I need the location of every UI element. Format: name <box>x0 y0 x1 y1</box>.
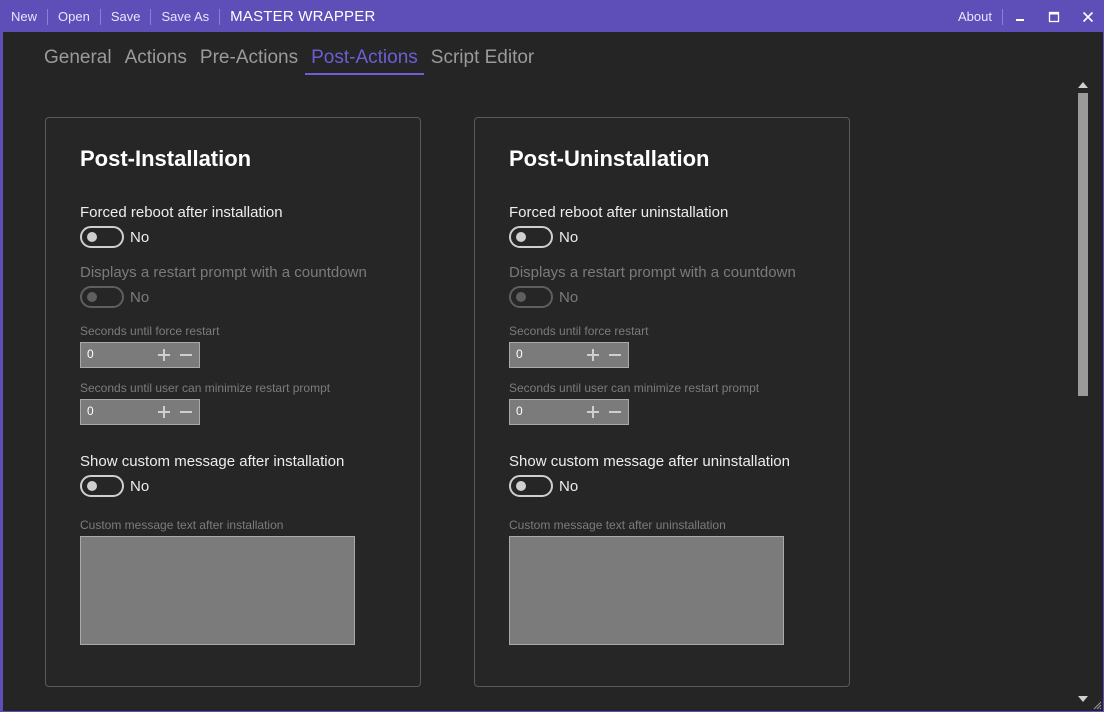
minus-icon <box>609 411 621 413</box>
forced-reboot-row: No <box>509 226 578 248</box>
tab-pre-actions[interactable]: Pre-Actions <box>194 44 304 75</box>
open-button[interactable]: Open <box>48 1 100 32</box>
post-installation-panel: Post-Installation Forced reboot after in… <box>45 117 421 687</box>
forced-reboot-label: Forced reboot after installation <box>80 204 283 221</box>
custom-text-label: Custom message text after uninstallation <box>509 518 726 532</box>
window-controls: About <box>948 1 1104 32</box>
restart-prompt-toggle <box>80 286 124 308</box>
minus-icon <box>180 354 192 356</box>
decrement-button[interactable] <box>177 345 195 365</box>
restart-prompt-value: No <box>559 288 579 306</box>
restart-prompt-toggle <box>509 286 553 308</box>
main-content: General Actions Pre-Actions Post-Actions… <box>3 32 1103 711</box>
forced-reboot-value: No <box>559 228 579 246</box>
toggle-knob <box>516 481 526 491</box>
seconds-force-stepper[interactable]: 0 <box>509 342 629 368</box>
tab-post-actions[interactable]: Post-Actions <box>305 44 424 75</box>
about-button[interactable]: About <box>948 1 1002 32</box>
app-window: New Open Save Save As MASTER WRAPPER Abo… <box>0 0 1104 712</box>
seconds-force-label: Seconds until force restart <box>509 324 649 338</box>
tab-general[interactable]: General <box>38 44 118 75</box>
custom-message-label: Show custom message after uninstallation <box>509 453 790 470</box>
forced-reboot-value: No <box>130 228 150 246</box>
increment-button[interactable] <box>584 345 602 365</box>
custom-message-value: No <box>559 477 579 495</box>
custom-message-textarea[interactable] <box>509 536 784 645</box>
restart-prompt-value: No <box>130 288 150 306</box>
plus-icon <box>158 406 170 418</box>
seconds-minimize-value[interactable]: 0 <box>516 404 523 418</box>
panel-title: Post-Uninstallation <box>509 146 710 171</box>
minus-icon <box>609 354 621 356</box>
seconds-force-label: Seconds until force restart <box>80 324 220 338</box>
seconds-minimize-stepper[interactable]: 0 <box>509 399 629 425</box>
post-uninstallation-panel: Post-Uninstallation Forced reboot after … <box>474 117 850 687</box>
custom-message-toggle[interactable] <box>509 475 553 497</box>
plus-icon <box>158 349 170 361</box>
maximize-icon <box>1048 11 1060 22</box>
scroll-down-button[interactable] <box>1077 694 1089 704</box>
title-bar: New Open Save Save As MASTER WRAPPER Abo… <box>1 1 1104 32</box>
increment-button[interactable] <box>155 402 173 422</box>
restart-prompt-row: No <box>509 286 578 308</box>
panel-title: Post-Installation <box>80 146 252 171</box>
resize-grip-icon[interactable] <box>1092 700 1102 710</box>
toggle-knob <box>87 481 97 491</box>
tab-bar: General Actions Pre-Actions Post-Actions… <box>38 44 541 75</box>
plus-icon <box>587 349 599 361</box>
minimize-button[interactable] <box>1003 1 1037 32</box>
forced-reboot-label: Forced reboot after uninstallation <box>509 204 729 221</box>
toggle-knob <box>87 232 97 242</box>
decrement-button[interactable] <box>177 402 195 422</box>
app-title: MASTER WRAPPER <box>230 8 376 25</box>
minimize-icon <box>1016 18 1024 21</box>
save-as-button[interactable]: Save As <box>151 1 219 32</box>
tab-script-editor[interactable]: Script Editor <box>425 44 540 75</box>
seconds-minimize-stepper[interactable]: 0 <box>80 399 200 425</box>
custom-message-value: No <box>130 477 150 495</box>
scroll-up-button[interactable] <box>1077 80 1089 90</box>
custom-message-row: No <box>80 475 149 497</box>
seconds-minimize-label: Seconds until user can minimize restart … <box>80 381 331 395</box>
plus-icon <box>587 406 599 418</box>
forced-reboot-toggle[interactable] <box>80 226 124 248</box>
increment-button[interactable] <box>584 402 602 422</box>
toggle-knob <box>87 292 97 302</box>
custom-message-label: Show custom message after installation <box>80 453 345 470</box>
arrow-up-icon <box>1078 82 1088 88</box>
maximize-button[interactable] <box>1037 1 1071 32</box>
save-button[interactable]: Save <box>101 1 151 32</box>
minus-icon <box>180 411 192 413</box>
forced-reboot-row: No <box>80 226 149 248</box>
custom-message-toggle[interactable] <box>80 475 124 497</box>
toggle-knob <box>516 232 526 242</box>
scrollbar-thumb[interactable] <box>1078 93 1088 396</box>
close-icon <box>1082 11 1094 22</box>
custom-message-row: No <box>509 475 578 497</box>
decrement-button[interactable] <box>606 345 624 365</box>
toggle-knob <box>516 292 526 302</box>
custom-text-label: Custom message text after installation <box>80 518 284 532</box>
seconds-force-value[interactable]: 0 <box>516 347 523 361</box>
close-button[interactable] <box>1071 1 1104 32</box>
restart-prompt-label: Displays a restart prompt with a countdo… <box>80 264 367 281</box>
title-bar-menu: New Open Save Save As MASTER WRAPPER <box>1 1 376 32</box>
vertical-scrollbar[interactable] <box>1077 80 1089 710</box>
arrow-down-icon <box>1078 696 1088 702</box>
decrement-button[interactable] <box>606 402 624 422</box>
restart-prompt-label: Displays a restart prompt with a countdo… <box>509 264 796 281</box>
forced-reboot-toggle[interactable] <box>509 226 553 248</box>
increment-button[interactable] <box>155 345 173 365</box>
seconds-force-value[interactable]: 0 <box>87 347 94 361</box>
custom-message-textarea[interactable] <box>80 536 355 645</box>
seconds-minimize-value[interactable]: 0 <box>87 404 94 418</box>
tab-actions[interactable]: Actions <box>119 44 193 75</box>
seconds-force-stepper[interactable]: 0 <box>80 342 200 368</box>
new-button[interactable]: New <box>1 1 47 32</box>
restart-prompt-row: No <box>80 286 149 308</box>
seconds-minimize-label: Seconds until user can minimize restart … <box>509 381 760 395</box>
